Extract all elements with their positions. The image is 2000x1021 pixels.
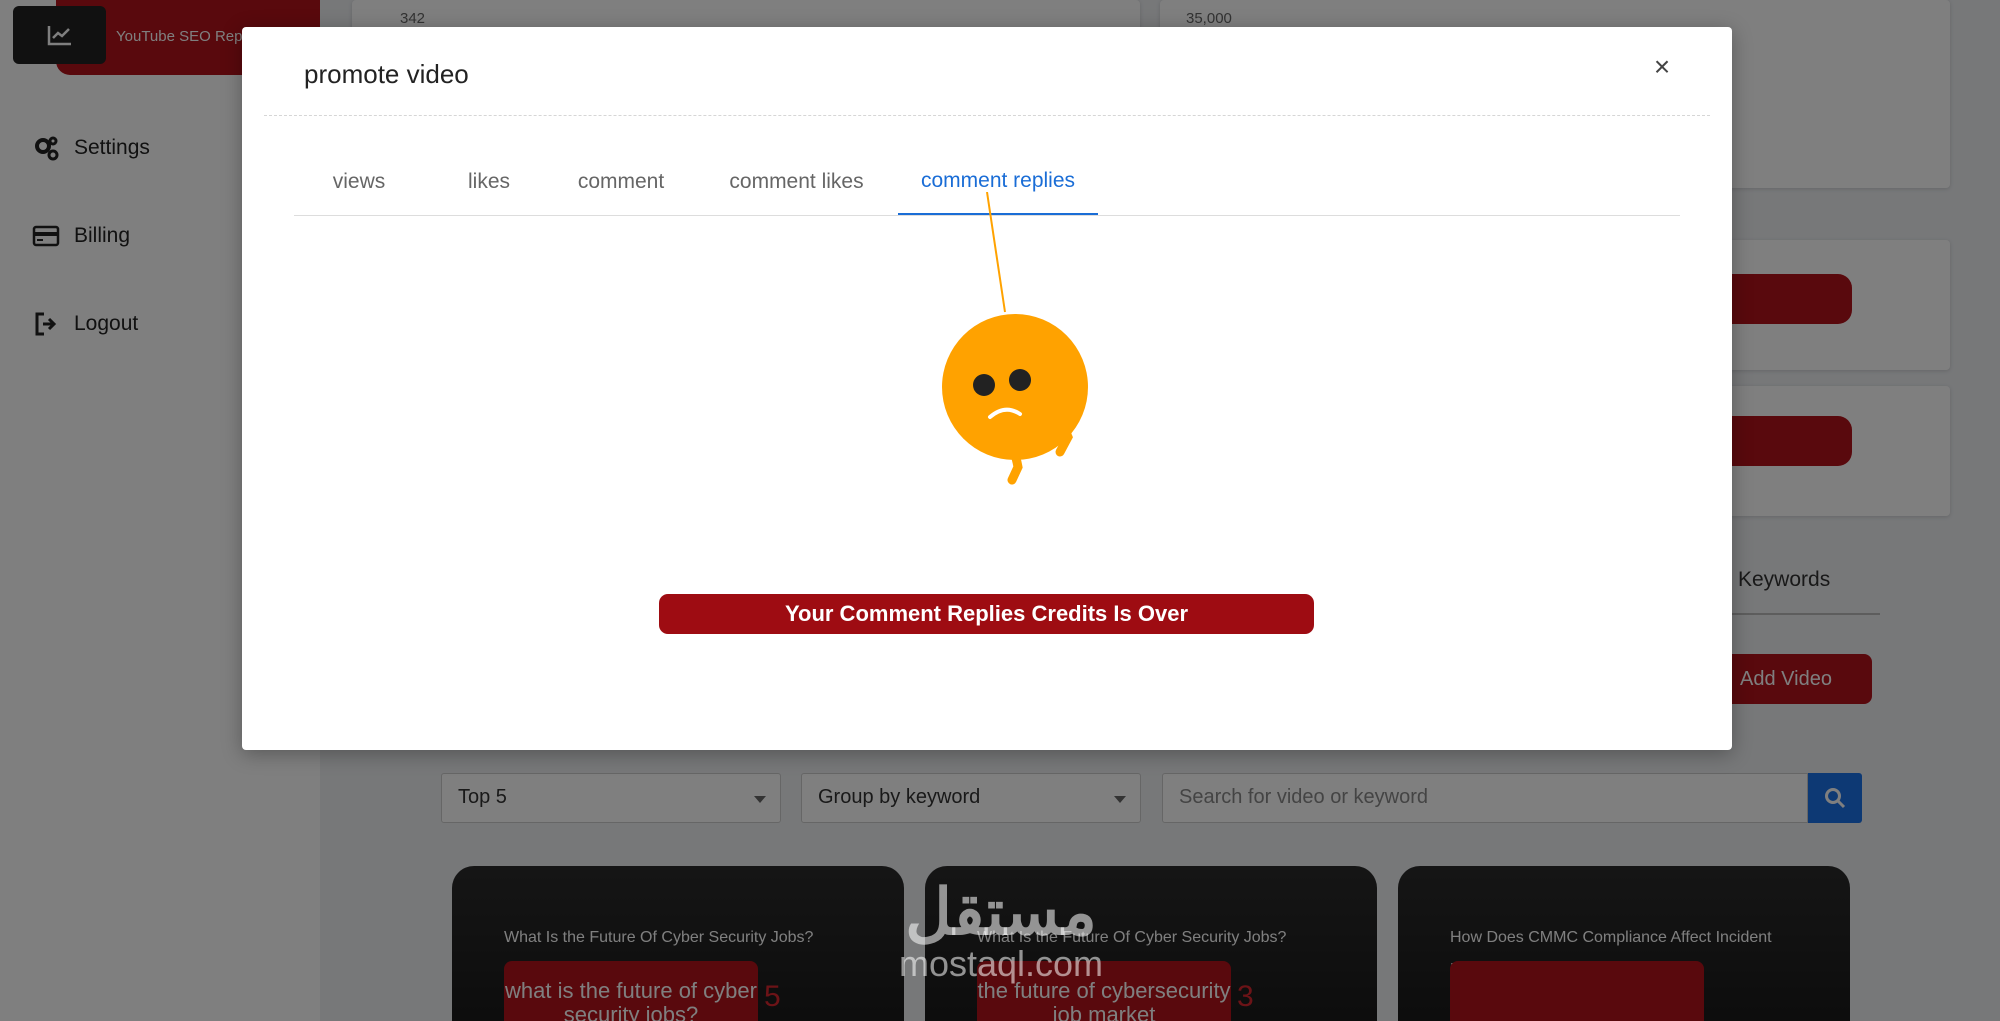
credits-over-message: Your Comment Replies Credits Is Over [659, 594, 1314, 634]
modal-divider [264, 115, 1710, 116]
watermark: مستقل mostaql.com [876, 880, 1126, 1000]
promote-video-modal: promote video × views likes comment comm… [242, 27, 1732, 750]
tab-likes[interactable]: likes [424, 149, 554, 215]
watermark-arabic: مستقل [905, 876, 1097, 948]
tab-comment-likes[interactable]: comment likes [699, 149, 894, 215]
watermark-latin: mostaql.com [898, 943, 1104, 984]
tab-views[interactable]: views [294, 149, 424, 215]
tab-comment[interactable]: comment [556, 149, 686, 215]
close-button[interactable]: × [1650, 53, 1674, 81]
sad-emoji-illustration [942, 192, 1088, 485]
modal-title: promote video [304, 59, 469, 89]
